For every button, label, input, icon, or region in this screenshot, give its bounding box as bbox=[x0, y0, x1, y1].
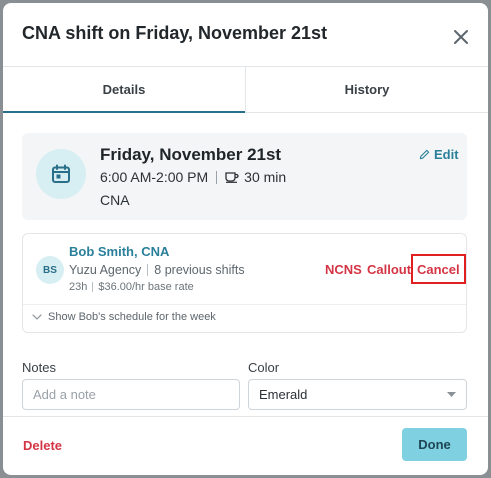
pencil-icon[interactable] bbox=[419, 149, 430, 160]
worker-rate: $36.00/hr base rate bbox=[98, 281, 194, 293]
notes-label: Notes bbox=[22, 360, 56, 375]
separator bbox=[216, 170, 218, 184]
avatar: BS bbox=[36, 256, 64, 284]
close-icon[interactable] bbox=[453, 29, 469, 45]
separator bbox=[92, 282, 94, 292]
color-select[interactable]: Emerald bbox=[248, 379, 467, 410]
separator bbox=[147, 264, 149, 276]
worker-hours: 23h bbox=[69, 281, 88, 293]
calendar-icon bbox=[52, 164, 70, 183]
color-select-value[interactable]: Emerald bbox=[259, 387, 307, 402]
worker-card: BS Bob Smith, CNA Yuzu Agency 8 previous… bbox=[22, 233, 467, 333]
show-schedule-label[interactable]: Show Bob's schedule for the week bbox=[48, 311, 216, 323]
delete-button[interactable]: Delete bbox=[23, 438, 62, 453]
cancel-button[interactable]: Cancel bbox=[411, 254, 466, 284]
shift-time: 6:00 AM-2:00 PM bbox=[100, 169, 209, 185]
close-button[interactable] bbox=[449, 25, 473, 49]
worker-agency: Yuzu Agency bbox=[69, 263, 142, 277]
footer-divider bbox=[3, 416, 488, 417]
edit-label[interactable]: Edit bbox=[434, 147, 459, 162]
dialog-title: CNA shift on Friday, November 21st bbox=[22, 23, 328, 43]
color-label: Color bbox=[248, 360, 280, 375]
edit-button[interactable]: Edit bbox=[419, 147, 459, 162]
divider bbox=[23, 304, 466, 305]
worker-rate-row: 23h $36.00/hr base rate bbox=[69, 281, 194, 293]
done-button[interactable]: Done bbox=[402, 428, 467, 461]
shift-date: Friday, November 21st bbox=[100, 145, 282, 164]
tab-bar: Details History bbox=[3, 66, 488, 113]
shift-role: CNA bbox=[100, 192, 130, 208]
coffee-cup-icon bbox=[225, 171, 239, 183]
tab-history[interactable]: History bbox=[245, 67, 488, 112]
calendar-badge bbox=[36, 149, 86, 199]
shift-time-row: 6:00 AM-2:00 PM 30 min bbox=[100, 169, 286, 185]
chevron-down-icon[interactable] bbox=[32, 314, 42, 320]
worker-meta: Yuzu Agency 8 previous shifts bbox=[69, 263, 245, 277]
notes-input[interactable] bbox=[22, 379, 240, 410]
caret-down-icon[interactable] bbox=[447, 392, 456, 397]
tab-details[interactable]: Details bbox=[3, 67, 245, 113]
worker-name-link[interactable]: Bob Smith, CNA bbox=[69, 244, 169, 259]
shift-summary: Friday, November 21st 6:00 AM-2:00 PM 30… bbox=[22, 133, 467, 220]
worker-previous-shifts: 8 previous shifts bbox=[154, 263, 245, 277]
shift-dialog: CNA shift on Friday, November 21st Detai… bbox=[3, 3, 488, 475]
callout-button[interactable]: Callout bbox=[367, 262, 411, 277]
break-duration: 30 min bbox=[244, 169, 287, 185]
show-schedule-toggle[interactable]: Show Bob's schedule for the week bbox=[32, 311, 216, 323]
ncns-button[interactable]: NCNS bbox=[325, 262, 362, 277]
